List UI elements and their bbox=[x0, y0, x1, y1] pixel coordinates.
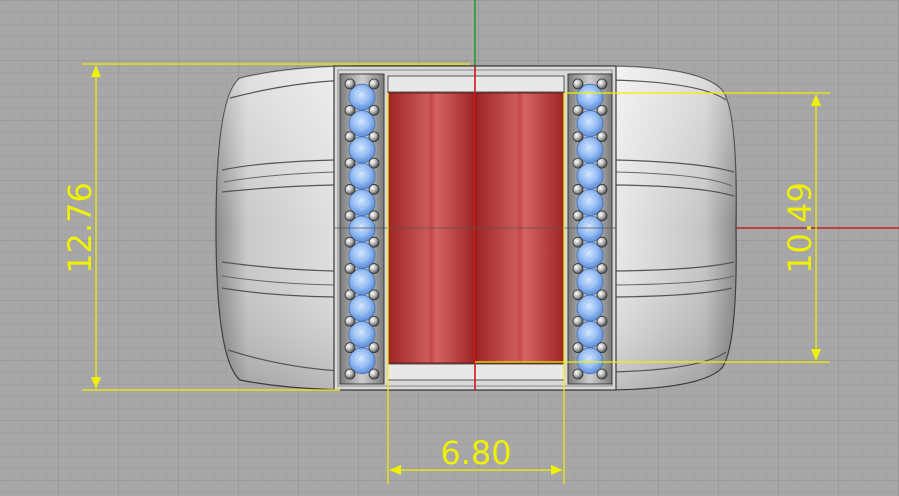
left-prong bbox=[344, 315, 356, 327]
viewport-canvas[interactable]: 12.76 10.49 6.80 bbox=[0, 0, 899, 496]
left-prong bbox=[344, 368, 356, 380]
right-prong bbox=[572, 236, 584, 248]
right-prong bbox=[596, 368, 608, 380]
right-prong bbox=[596, 131, 608, 143]
left-prong bbox=[344, 131, 356, 143]
left-prong bbox=[344, 210, 356, 222]
left-prong bbox=[368, 368, 380, 380]
right-prong bbox=[572, 342, 584, 354]
right-prong bbox=[596, 104, 608, 116]
inlay-top-bar bbox=[387, 75, 565, 93]
left-prong bbox=[368, 104, 380, 116]
right-prong bbox=[596, 289, 608, 301]
right-prong bbox=[572, 184, 584, 195]
right-gem-row bbox=[572, 78, 608, 380]
left-prong bbox=[368, 289, 380, 301]
rhino-viewport[interactable]: 12.76 10.49 6.80 bbox=[0, 0, 899, 496]
left-prong bbox=[368, 78, 380, 90]
left-prong bbox=[368, 315, 380, 327]
left-prong bbox=[368, 184, 380, 195]
right-prong bbox=[572, 368, 584, 380]
right-prong bbox=[596, 78, 608, 90]
inlay-width-label: 6.80 bbox=[440, 434, 511, 472]
right-prong bbox=[572, 131, 584, 143]
left-prong bbox=[344, 78, 356, 90]
left-prong bbox=[368, 157, 380, 169]
left-prong bbox=[344, 342, 356, 354]
right-prong bbox=[596, 157, 608, 169]
right-prong bbox=[572, 104, 584, 116]
left-prong bbox=[368, 236, 380, 248]
left-prong bbox=[344, 184, 356, 195]
right-prong bbox=[572, 263, 584, 274]
right-prong bbox=[596, 210, 608, 222]
ring-model[interactable] bbox=[215, 65, 737, 391]
right-prong bbox=[596, 184, 608, 195]
right-prong bbox=[572, 210, 584, 222]
left-prong bbox=[368, 131, 380, 143]
inlay-bottom-bar bbox=[387, 363, 565, 381]
right-prong bbox=[572, 315, 584, 327]
left-prong bbox=[368, 210, 380, 222]
right-prong bbox=[596, 315, 608, 327]
right-prong bbox=[572, 78, 584, 90]
left-prong bbox=[344, 104, 356, 116]
left-prong bbox=[344, 236, 356, 248]
left-prong bbox=[344, 263, 356, 274]
left-prong bbox=[368, 342, 380, 354]
left-prong bbox=[368, 263, 380, 274]
right-prong bbox=[596, 342, 608, 354]
left-gem-row bbox=[344, 78, 380, 380]
left-prong bbox=[344, 289, 356, 301]
overall-height-label: 12.76 bbox=[61, 182, 99, 274]
inlay-height-label: 10.49 bbox=[781, 182, 819, 274]
right-prong bbox=[572, 289, 584, 301]
right-prong bbox=[572, 157, 584, 169]
left-prong bbox=[344, 157, 356, 169]
right-prong bbox=[596, 236, 608, 248]
right-prong bbox=[596, 263, 608, 274]
